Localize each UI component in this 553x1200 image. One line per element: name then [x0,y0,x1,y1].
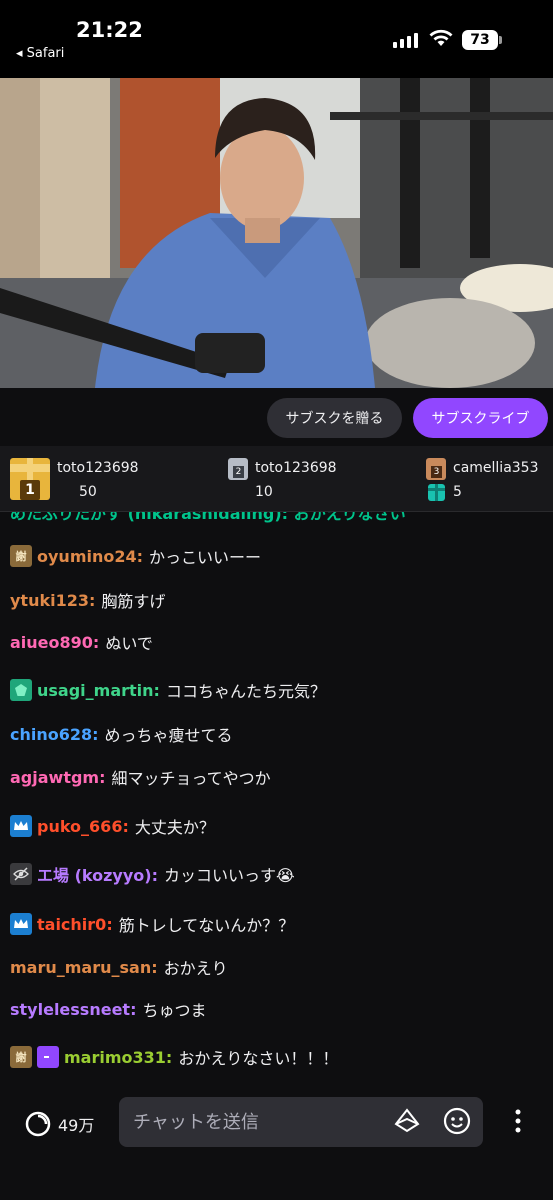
chat-username[interactable]: エ場 (kozyyo): [37,862,158,886]
crown-badge-icon [10,913,32,935]
chat-username[interactable]: puko_666: [37,817,129,836]
chat-username[interactable]: usagi_martin: [37,681,160,700]
chat-message[interactable]: usagi_martin: ココちゃんたち元気？ [10,678,326,702]
leaderboard-name: toto123698 [255,460,337,476]
gold-gift-icon: 1 [10,458,50,500]
battery-icon: 73 [462,30,498,50]
channel-points-count: 49万 [58,1116,95,1135]
clock: 21:22 [76,18,143,42]
chat-message[interactable]: 謝 marimo331: おかえりなさい！！！ [10,1045,338,1069]
chat-username[interactable]: agjawtgm: [10,768,105,787]
chat-message[interactable]: chino628: めっちゃ痩せてる [10,722,233,746]
chat-message[interactable]: maru_maru_san: おかえり [10,955,228,979]
leaderboard-entry-2[interactable]: 2 toto123698 10 [220,446,420,512]
bronze-gift-icon: 3 [426,458,446,480]
chat-composer-bar: 49万 [0,1084,553,1200]
chat-text: おかえりなさい！！！ [178,1049,339,1068]
chat-message[interactable]: エ場 (kozyyo): カッコいいっす😭 [10,862,295,886]
stream-video[interactable] [0,78,553,388]
chat-text: 筋トレしてないんか？？ [118,916,295,935]
leaderboard-name: camellia353 [453,460,539,476]
chat-message[interactable]: agjawtgm: 細マッチョってやつか [10,765,271,789]
leaderboard-entry-3[interactable]: 3 camellia353 5 [420,446,553,512]
chat-text: 細マッチョってやつか [111,769,271,788]
crown-badge-icon [10,815,32,837]
thanks-badge-icon: 謝 [10,545,32,567]
chat-message[interactable]: 謝 oyumino24: かっこいいーー [10,544,261,568]
status-bar: 21:22 ◂ Safari 73 [0,0,553,78]
chat-username[interactable]: chino628: [10,725,99,744]
chat-username[interactable]: aiueo890: [10,633,99,652]
chat-text: ちゅつま [142,1001,207,1020]
stream-video-frame [0,78,553,388]
subscribe-bar: サブスクを贈る サブスクライブ [0,388,553,446]
chat-message[interactable]: taichir0: 筋トレしてないんか？？ [10,912,294,936]
chat-text: カッコいいっす😭 [163,866,295,885]
chat-username[interactable]: oyumino24: [37,547,143,566]
back-to-safari-link[interactable]: ◂ Safari [16,46,64,61]
thanks-badge-icon: 謝 [10,1046,32,1068]
chat-username[interactable]: marimo331: [64,1048,172,1067]
chat-text: おかえり [163,959,228,978]
cellular-signal-icon [393,32,418,48]
emote-picker-icon[interactable] [442,1106,472,1136]
leaderboard-count: 50 [79,484,97,500]
gift-leaderboard[interactable]: 1 toto123698 50 2 toto123698 10 3 camell… [0,446,553,512]
chat-username[interactable]: maru_maru_san: [10,958,158,977]
channel-points-button[interactable]: 49万 [24,1110,94,1138]
leaderboard-count: 5 [453,484,462,500]
eye-off-badge-icon [10,863,32,885]
chat-text: かっこいいーー [149,548,262,567]
chat-message[interactable]: aiueo890: ぬいで [10,630,153,654]
gift-icon [428,484,445,501]
chat-username[interactable]: taichir0: [37,915,113,934]
chat-text: 胸筋すげ [101,592,166,611]
chat-text: ココちゃんたち元気？ [165,682,326,701]
purple-emote-badge-icon [37,1046,59,1068]
chat-text: 大丈夫か？ [134,818,215,837]
chat-messages[interactable]: めたぷりたがす (hikarashidaling): おかえりなさい 謝 oyum… [0,512,553,1084]
chat-message[interactable]: stylelessneet: ちゅつま [10,997,206,1021]
chat-input[interactable] [119,1097,483,1147]
channel-points-icon [25,1111,51,1137]
leaderboard-entry-1[interactable]: 1 toto123698 50 [0,446,220,512]
subscribe-button[interactable]: サブスクライブ [413,398,548,438]
gem-badge-icon [10,679,32,701]
gift-sub-button[interactable]: サブスクを贈る [267,398,402,438]
bits-icon[interactable] [394,1108,420,1134]
chat-text: ぬいで [105,634,153,653]
leaderboard-name: toto123698 [57,460,139,476]
chat-username[interactable]: stylelessneet: [10,1000,136,1019]
more-options-icon[interactable] [508,1108,528,1134]
silver-gift-icon: 2 [228,458,248,480]
wifi-icon [429,29,453,46]
leaderboard-count: 10 [255,484,273,500]
chat-message-partial: めたぷりたがす (hikarashidaling): おかえりなさい [10,512,406,523]
chat-message[interactable]: ytuki123: 胸筋すげ [10,588,165,612]
chat-message[interactable]: puko_666: 大丈夫か？ [10,814,215,838]
chat-text: めっちゃ痩せてる [104,726,233,745]
chat-username[interactable]: ytuki123: [10,591,95,610]
